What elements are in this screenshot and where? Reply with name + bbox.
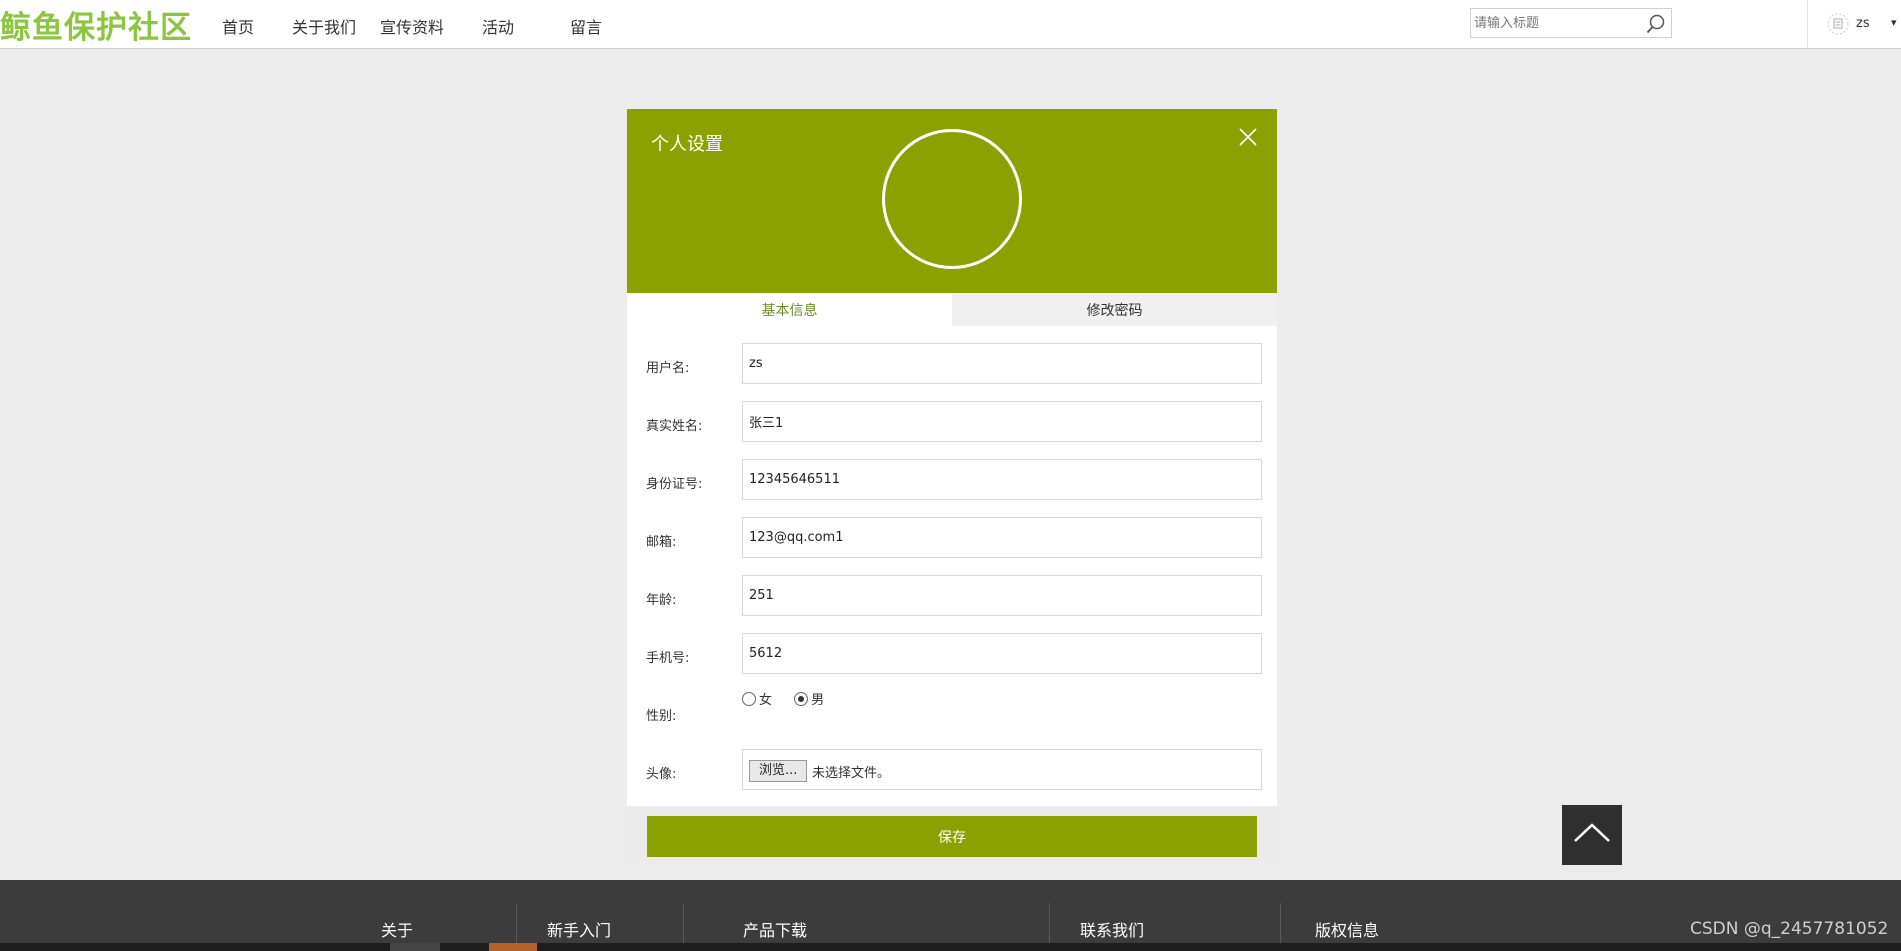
csdn-watermark: CSDN @q_2457781052 — [1690, 919, 1889, 939]
email-field[interactable] — [742, 517, 1262, 558]
realname-field[interactable] — [742, 401, 1262, 442]
save-button[interactable]: 保存 — [647, 816, 1257, 857]
settings-tabs: 基本信息 修改密码 — [627, 293, 1277, 326]
gender-female-radio[interactable] — [742, 692, 756, 706]
form-row-gender: 性别: 女 男 — [627, 691, 1277, 733]
footer-link-copyright[interactable]: 版权信息 — [1315, 917, 1379, 941]
browse-button[interactable]: 浏览... — [749, 760, 808, 782]
nav-home[interactable]: 首页 — [222, 14, 254, 38]
nav-messages[interactable]: 留言 — [570, 14, 602, 38]
footer-strip-block — [489, 943, 537, 951]
realname-label: 真实姓名: — [646, 419, 703, 434]
nav-activities[interactable]: 活动 — [482, 14, 514, 38]
chevron-down-icon[interactable]: ▾ — [1891, 16, 1897, 29]
form-row-phone: 手机号: — [627, 633, 1277, 675]
site-logo[interactable]: 鲸鱼保护社区 — [0, 2, 192, 47]
age-field[interactable] — [742, 575, 1262, 616]
avatar-preview — [882, 129, 1022, 269]
avatar-file-input: 浏览... 未选择文件。 — [742, 749, 1262, 790]
footer-bottom-strip — [0, 943, 1901, 951]
search-input[interactable] — [1474, 12, 1644, 34]
close-icon[interactable] — [1237, 126, 1259, 148]
form-row-realname: 真实姓名: — [627, 401, 1277, 443]
modal-title: 个人设置 — [651, 134, 723, 155]
gender-label: 性别: — [646, 709, 677, 724]
phone-field[interactable] — [742, 633, 1262, 674]
form-row-idcard: 身份证号: — [627, 459, 1277, 501]
age-label: 年龄: — [646, 593, 677, 608]
gender-radio-group: 女 男 — [742, 689, 842, 708]
save-area: 保存 — [627, 806, 1277, 865]
footer-strip-block — [390, 943, 440, 951]
tab-basic-info[interactable]: 基本信息 — [627, 293, 952, 326]
footer-link-beginner[interactable]: 新手入门 — [547, 917, 611, 941]
footer-link-contact[interactable]: 联系我们 — [1080, 917, 1144, 941]
search-box — [1470, 8, 1672, 38]
username-field[interactable] — [742, 343, 1262, 384]
nav-materials[interactable]: 宣传资料 — [380, 14, 444, 38]
username-label: 用户名: — [646, 361, 690, 376]
email-label: 邮箱: — [646, 535, 677, 550]
personal-settings-modal: 个人设置 基本信息 修改密码 用户名: 真实姓名: 身份证号: 邮箱: 年龄: … — [627, 109, 1277, 865]
file-status-text: 未选择文件。 — [812, 766, 891, 781]
back-to-top-button[interactable] — [1562, 805, 1622, 865]
avatar-label: 头像: — [646, 767, 677, 782]
form-row-username: 用户名: — [627, 343, 1277, 385]
idcard-label: 身份证号: — [646, 477, 703, 492]
idcard-field[interactable] — [742, 459, 1262, 500]
tab-change-password[interactable]: 修改密码 — [952, 293, 1277, 326]
user-avatar-icon — [1827, 13, 1849, 35]
phone-label: 手机号: — [646, 651, 690, 666]
gender-female-label: 女 — [759, 693, 773, 708]
form-row-age: 年龄: — [627, 575, 1277, 617]
search-icon[interactable] — [1645, 13, 1667, 35]
chevron-up-icon — [1574, 823, 1610, 842]
footer-link-download[interactable]: 产品下载 — [743, 917, 807, 941]
form-row-email: 邮箱: — [627, 517, 1277, 559]
top-nav-bar: 鲸鱼保护社区 首页 关于我们 宣传资料 活动 留言 zs ▾ — [0, 0, 1901, 49]
nav-about[interactable]: 关于我们 — [292, 14, 356, 38]
footer: 关于 新手入门 产品下载 联系我们 版权信息 — [0, 880, 1901, 951]
form-row-avatar: 头像: 浏览... 未选择文件。 — [627, 749, 1277, 791]
modal-header: 个人设置 — [627, 109, 1277, 293]
gender-male-radio[interactable] — [794, 692, 809, 706]
gender-male-label: 男 — [811, 693, 825, 708]
user-menu[interactable]: zs ▾ — [1807, 0, 1901, 49]
footer-link-about[interactable]: 关于 — [381, 917, 413, 941]
user-name: zs — [1856, 16, 1870, 31]
